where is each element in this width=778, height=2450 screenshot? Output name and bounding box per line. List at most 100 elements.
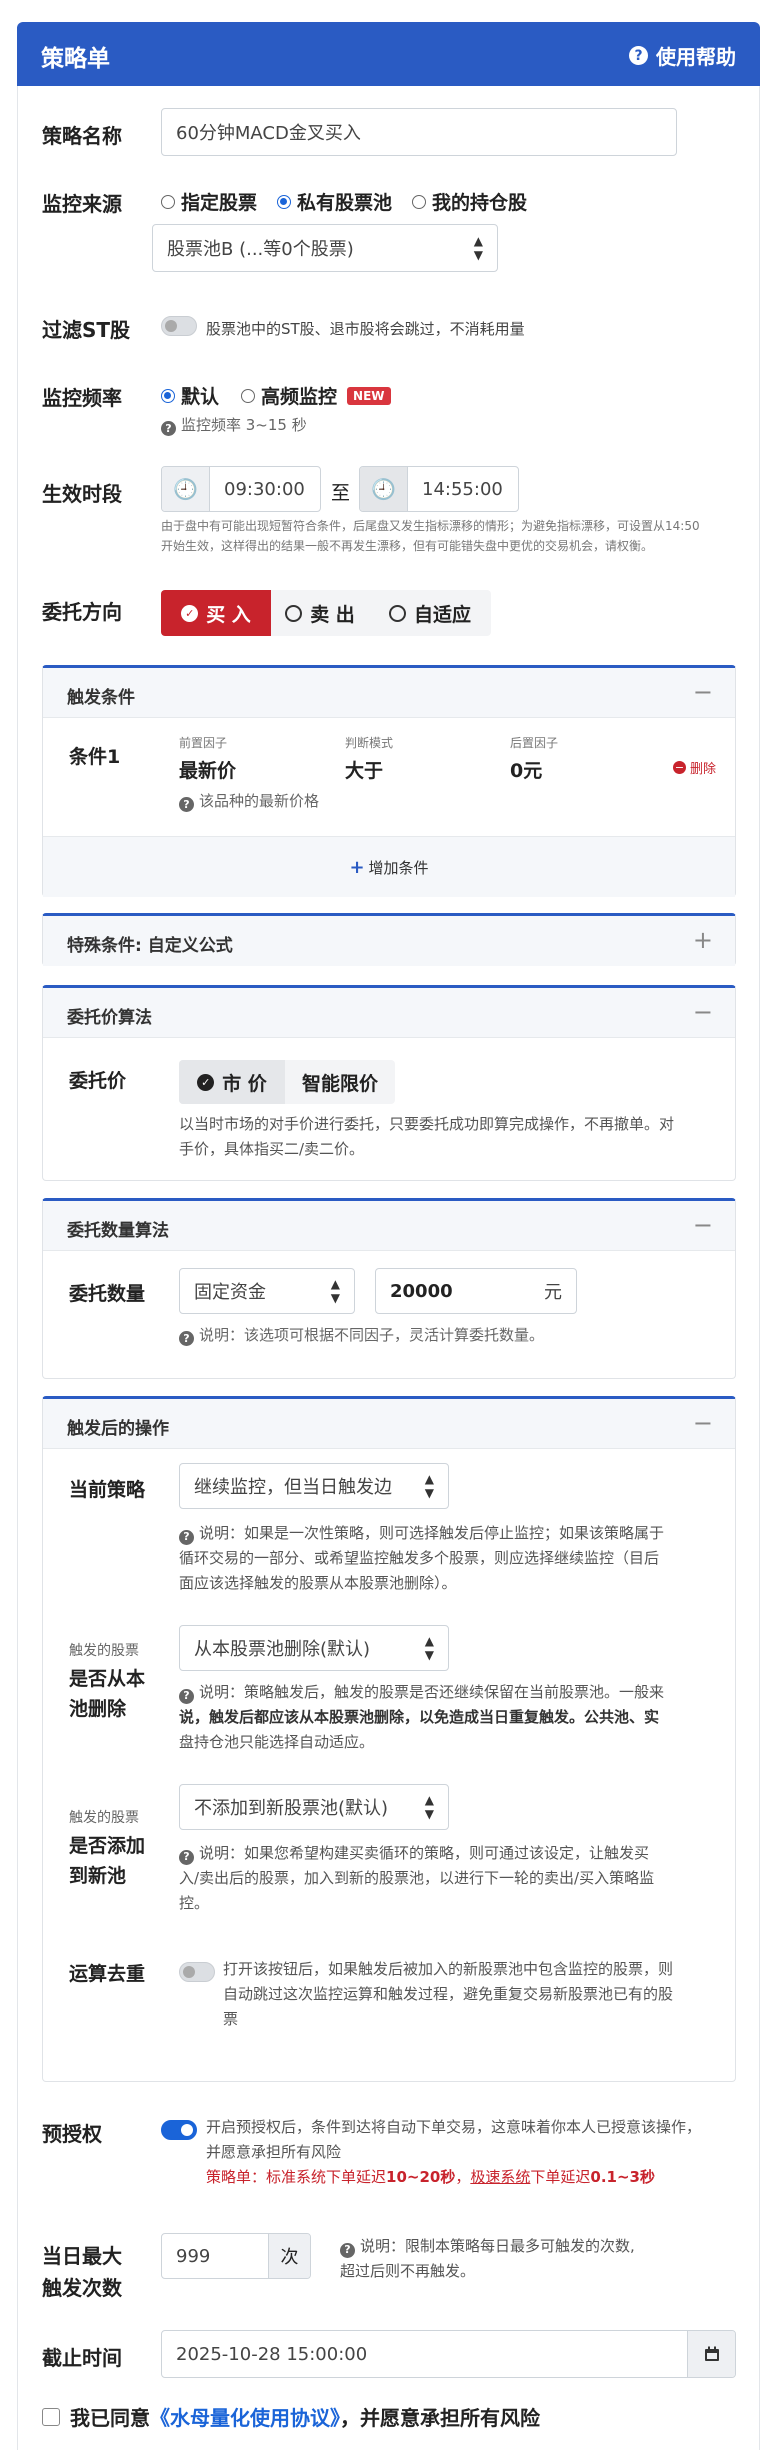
sell-button[interactable]: 卖 出 bbox=[271, 590, 369, 636]
note-line: 开启预授权后，条件到达将自动下单交易，这意味着你本人已授意该操作， bbox=[206, 2118, 702, 2136]
latency-text: 下单延迟 bbox=[530, 2167, 591, 2186]
new-badge: NEW bbox=[347, 386, 391, 405]
preauth-label: 预授权 bbox=[42, 2122, 102, 2146]
qty-amount-input[interactable]: 20000 元 bbox=[375, 1268, 577, 1314]
daily-max-unit: 次 bbox=[268, 2234, 310, 2278]
sort-caret-icon: ▲ ▼ bbox=[424, 1634, 434, 1662]
remove-pool-select[interactable]: 从本股票池删除(默认) ▲ ▼ bbox=[179, 1625, 449, 1671]
price-algo-title: 委托价算法 bbox=[67, 1008, 152, 1028]
calendar-icon[interactable] bbox=[687, 2331, 735, 2377]
smart-limit-button[interactable]: 智能限价 bbox=[285, 1060, 395, 1104]
fast-system-link[interactable]: 极速系统 bbox=[470, 2168, 530, 2186]
collapse-icon[interactable]: − bbox=[693, 1211, 713, 1239]
qty-mode-select[interactable]: 固定资金 ▲ ▼ bbox=[179, 1268, 355, 1314]
stock-pool-select[interactable]: 股票池B (...等0个股票) ▲ ▼ bbox=[152, 224, 498, 272]
market-price-label: 市 价 bbox=[222, 1072, 267, 1095]
radio-freq-high[interactable]: 高频监控 NEW bbox=[241, 382, 391, 409]
circle-icon bbox=[388, 604, 406, 622]
add-pool-label: 是否添加 到新池 bbox=[69, 1831, 145, 1892]
remove-pool-label: 是否从本 池删除 bbox=[69, 1664, 145, 1725]
collapse-icon[interactable]: − bbox=[693, 678, 713, 706]
add-condition-button[interactable]: + 增加条件 bbox=[43, 836, 735, 897]
note-line: 盘持仓池只能选择自动适应。 bbox=[179, 1732, 375, 1751]
special-card-header[interactable]: 特殊条件: 自定义公式 + bbox=[43, 916, 735, 966]
note-line: 说，触发后都应该从本股票池删除，以免造成当日重复触发。公共池、实 bbox=[179, 1707, 660, 1726]
adaptive-button[interactable]: 自适应 bbox=[369, 590, 491, 636]
radio-freq-default[interactable]: 默认 bbox=[161, 382, 219, 409]
trigger-card: 触发条件 − 条件1 前置因子 最新价 判断模式 大于 后置因子 0元 − 删除… bbox=[42, 665, 736, 897]
radio-label: 高频监控 bbox=[261, 386, 338, 408]
deadline-input[interactable]: 2025-10-28 15:00:00 bbox=[161, 2330, 736, 2378]
label-line: 到新池 bbox=[69, 1865, 127, 1888]
time-separator: 至 bbox=[331, 482, 351, 504]
question-icon: ? bbox=[179, 1529, 194, 1545]
note-line: 面应该选择触发的股票从本股票池删除）。 bbox=[179, 1573, 457, 1592]
current-strategy-note: ? 说明：如果是一次性策略，则可选择触发后停止监控；如果该策略属于 循环交易的一部… bbox=[179, 1521, 723, 1595]
hint-text: 说明：该选项可根据不同因子，灵活计算委托数量。 bbox=[199, 1326, 545, 1344]
latency-text: 策略单：标准系统下单延迟 bbox=[206, 2167, 387, 2186]
direction-label: 委托方向 bbox=[42, 600, 122, 624]
filter-st-label: 过滤ST股 bbox=[42, 318, 131, 342]
start-time-input[interactable]: 🕘 09:30:00 bbox=[161, 466, 321, 512]
qty-algo-card: 委托数量算法 − 委托数量 固定资金 ▲ ▼ 20000 元 ? 说明：该选项可根据… bbox=[42, 1198, 736, 1379]
sell-label: 卖 出 bbox=[310, 603, 355, 626]
label-line: 是否从本 bbox=[69, 1668, 146, 1690]
agreement-row: 我已同意《水母量化使用协议》，并愿意承担所有风险 bbox=[42, 2402, 540, 2431]
agree-checkbox[interactable] bbox=[42, 2407, 60, 2426]
latency-value: 0.1~3秒 bbox=[590, 2167, 655, 2186]
dedup-note: 打开该按钮后，如果触发后被加入的新股票池中包含监控的股票，则 自动跳过这次监控运… bbox=[223, 1957, 723, 2031]
help-label: 使用帮助 bbox=[656, 45, 736, 69]
end-time-input[interactable]: 🕘 14:55:00 bbox=[359, 466, 519, 512]
hint-text: 监控频率 3~15 秒 bbox=[181, 416, 307, 434]
sort-caret-icon: ▲ ▼ bbox=[424, 1472, 434, 1500]
qty-algo-header[interactable]: 委托数量算法 − bbox=[43, 1201, 735, 1251]
daily-max-input[interactable]: 999 次 bbox=[161, 2233, 311, 2279]
panel-header: 策略单 ? 使用帮助 bbox=[17, 22, 760, 86]
monitor-freq-radios: 默认 高频监控 NEW bbox=[161, 382, 391, 409]
add-pool-select[interactable]: 不添加到新股票池(默认) ▲ ▼ bbox=[179, 1784, 449, 1830]
question-icon: ? bbox=[179, 1331, 194, 1346]
desc-line: 以当时市场的对手价进行委托，只要委托成功即算完成操作，不再撤单。对 bbox=[179, 1115, 675, 1133]
remove-pool-value: 从本股票池删除(默认) bbox=[194, 1639, 371, 1660]
collapse-icon[interactable]: − bbox=[693, 1409, 713, 1437]
agreement-link[interactable]: 《水母量化使用协议》 bbox=[150, 2406, 340, 2430]
deadline-label: 截止时间 bbox=[42, 2346, 122, 2370]
qty-algo-title: 委托数量算法 bbox=[67, 1221, 169, 1241]
buy-button[interactable]: ✓ 买 入 bbox=[161, 590, 271, 636]
collapse-icon[interactable]: − bbox=[693, 998, 713, 1026]
dedup-toggle[interactable] bbox=[179, 1962, 215, 1982]
filter-st-toggle[interactable] bbox=[161, 316, 197, 336]
radio-circle-icon bbox=[241, 388, 256, 403]
delete-condition-button[interactable]: − 删除 bbox=[673, 758, 716, 777]
note-line: 说明：限制本策略每日最多可触发的次数, bbox=[360, 2237, 635, 2255]
trigger-card-header[interactable]: 触发条件 − bbox=[43, 668, 735, 718]
buy-label: 买 入 bbox=[206, 603, 251, 626]
agree-text: 我已同意 bbox=[70, 2406, 150, 2430]
note-line: 循环交易的一部分、或希望监控触发多个股票，则应选择继续监控（目后 bbox=[179, 1548, 660, 1567]
preauth-toggle[interactable] bbox=[161, 2120, 197, 2140]
special-condition-card: 特殊条件: 自定义公式 + bbox=[42, 913, 736, 966]
radio-private-pool[interactable]: 私有股票池 bbox=[277, 188, 392, 215]
price-algo-header[interactable]: 委托价算法 − bbox=[43, 988, 735, 1038]
price-algo-desc: 以当时市场的对手价进行委托，只要委托成功即算完成操作，不再撤单。对 手价，具体指… bbox=[179, 1112, 719, 1162]
current-strategy-value: 继续监控，但当日触发边 bbox=[194, 1477, 392, 1498]
agreement-text: 我已同意《水母量化使用协议》，并愿意承担所有风险 bbox=[70, 2402, 540, 2431]
help-link[interactable]: ? 使用帮助 bbox=[629, 41, 736, 70]
radio-specified-stock[interactable]: 指定股票 bbox=[161, 188, 257, 215]
adaptive-label: 自适应 bbox=[413, 603, 471, 626]
note-line: 说明：策略触发后，触发的股票是否还继续保留在当前股票池。一般来 bbox=[199, 1683, 665, 1701]
after-trigger-header[interactable]: 触发后的操作 − bbox=[43, 1399, 735, 1449]
judge-mode-value[interactable]: 大于 bbox=[345, 756, 383, 783]
direction-segment: ✓ 买 入 卖 出 自适应 bbox=[161, 590, 491, 636]
strategy-name-input[interactable]: 60分钟MACD金叉买入 bbox=[161, 108, 677, 156]
radio-my-holdings[interactable]: 我的持仓股 bbox=[412, 188, 527, 215]
radio-label: 我的持仓股 bbox=[432, 192, 528, 214]
expand-icon[interactable]: + bbox=[693, 926, 713, 954]
post-factor-value[interactable]: 0元 bbox=[510, 756, 542, 783]
pre-factor-value[interactable]: 最新价 bbox=[179, 756, 236, 783]
note-line: 并愿意承担所有风险 bbox=[206, 2142, 342, 2161]
market-price-button[interactable]: ✓ 市 价 bbox=[179, 1060, 285, 1104]
current-strategy-select[interactable]: 继续监控，但当日触发边 ▲ ▼ bbox=[179, 1463, 449, 1509]
note-line: 打开该按钮后，如果触发后被加入的新股票池中包含监控的股票，则 bbox=[223, 1960, 674, 1978]
trigger-title: 触发条件 bbox=[67, 688, 135, 708]
